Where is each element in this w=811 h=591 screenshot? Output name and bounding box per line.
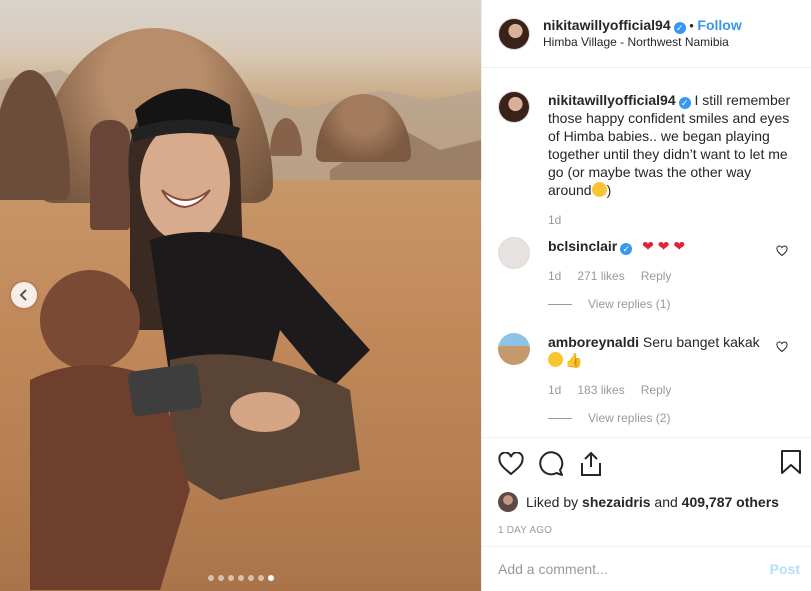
comment-likes[interactable]: 183 likes	[577, 381, 624, 399]
add-comment-bar: Post	[482, 546, 811, 591]
caption-time: 1d	[548, 213, 562, 227]
comment-item: amboreynaldi Seru banget kakak 👍 1d 183 …	[498, 333, 796, 427]
carousel-dot	[267, 575, 274, 581]
himba-child	[30, 270, 203, 590]
comment-username[interactable]: amboreynaldi	[548, 334, 639, 350]
caption-username[interactable]: nikitawillyofficial94	[548, 92, 676, 108]
post-header: nikitawillyofficial94 ✓ • Follow Himba Vi…	[482, 0, 811, 68]
comment-username[interactable]: bclsinclair	[548, 238, 617, 254]
commenter-avatar[interactable]	[498, 333, 530, 365]
comment-like-icon[interactable]	[776, 245, 788, 257]
thumbs-up-icon: 👍	[565, 352, 583, 368]
share-button[interactable]	[576, 449, 606, 479]
carousel-dots	[0, 575, 481, 581]
likes-count[interactable]: 409,787 others	[682, 494, 779, 510]
carousel-dot	[237, 575, 244, 581]
carousel-dot	[247, 575, 254, 581]
author-username[interactable]: nikitawillyofficial94	[543, 17, 671, 33]
liker-avatar[interactable]	[498, 492, 518, 512]
comment-likes[interactable]: 271 likes	[577, 267, 624, 285]
comment-icon	[539, 451, 564, 476]
liker-username[interactable]: shezaidris	[582, 494, 650, 510]
share-icon	[581, 451, 601, 476]
grin-face-icon	[548, 352, 563, 367]
view-replies-button[interactable]: View replies (2)	[548, 409, 796, 427]
post-actions: Liked by shezaidris and 409,787 others 1…	[482, 437, 811, 536]
save-button[interactable]	[780, 449, 802, 478]
follow-button[interactable]: Follow	[697, 17, 741, 33]
comments-list[interactable]: nikitawillyofficial94 ✓ I still remember …	[482, 69, 811, 437]
carousel-prev-button[interactable]	[11, 282, 37, 308]
carousel-dot	[207, 575, 214, 581]
reply-button[interactable]: Reply	[641, 381, 672, 399]
post-comment-button[interactable]: Post	[770, 561, 800, 577]
view-replies-button[interactable]: View replies (1)	[548, 295, 796, 313]
verified-icon: ✓	[678, 97, 691, 109]
location-link[interactable]: Himba Village - Northwest Namibia	[543, 34, 742, 51]
bookmark-icon	[781, 450, 801, 474]
carousel-dot	[227, 575, 234, 581]
carousel-dot	[217, 575, 224, 581]
reply-button[interactable]: Reply	[641, 267, 672, 285]
grin-sweat-icon	[591, 182, 607, 197]
comment-time: 1d	[548, 269, 562, 283]
likes-and: and	[654, 494, 678, 510]
comment-button[interactable]	[536, 449, 566, 479]
comment-item: bclsinclair ✓ ❤ ❤ ❤ 1d 271 likes Reply Vi…	[498, 237, 796, 313]
comment-like-icon[interactable]	[776, 341, 788, 353]
comment-text: Seru banget kakak	[642, 334, 760, 350]
verified-icon: ✓	[673, 21, 686, 34]
comment-time: 1d	[548, 383, 562, 397]
commenter-avatar[interactable]	[498, 237, 530, 269]
carousel-dot	[257, 575, 264, 581]
author-avatar[interactable]	[498, 17, 530, 50]
post-photo[interactable]	[0, 0, 481, 591]
heart-icon: ❤ ❤ ❤	[642, 238, 686, 254]
post-timestamp: 1 DAY AGO	[498, 525, 553, 536]
chevron-left-icon	[19, 289, 27, 301]
likes-prefix: Liked by	[526, 494, 579, 510]
author-avatar[interactable]	[498, 91, 530, 123]
verified-icon: ✓	[620, 243, 633, 255]
like-button[interactable]	[496, 449, 526, 479]
add-comment-input[interactable]	[498, 561, 770, 577]
heart-icon	[498, 452, 524, 476]
likes-summary: Liked by shezaidris and 409,787 others	[482, 490, 811, 514]
caption: nikitawillyofficial94 ✓ I still remember …	[498, 91, 796, 229]
post-side-panel: nikitawillyofficial94 ✓ • Follow Himba Vi…	[481, 0, 811, 591]
